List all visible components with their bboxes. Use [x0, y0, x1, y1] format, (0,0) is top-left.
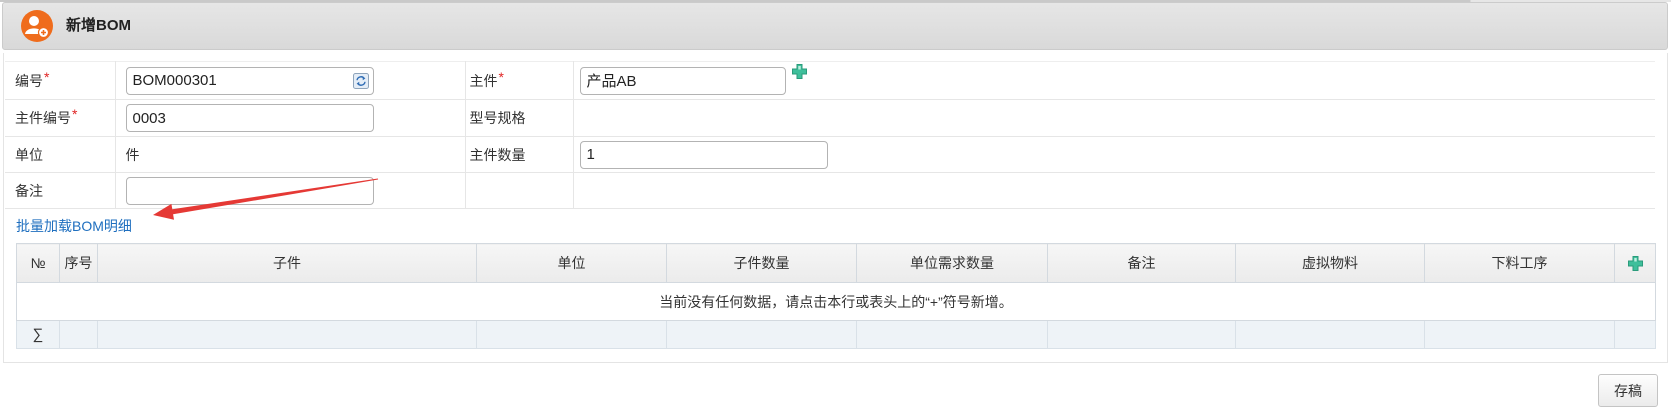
- main-item-label-cell: 主件*: [465, 61, 574, 100]
- empty-cell: [573, 172, 1655, 209]
- code-input[interactable]: [125, 66, 374, 95]
- grid-empty-row[interactable]: 当前没有任何数据，请点击本行或表头上的“+”符号新增。: [16, 282, 1656, 321]
- col-header-cutting-process: 下料工序: [1424, 243, 1615, 283]
- main-qty-label-cell: 主件数量: [465, 136, 574, 173]
- main-item-value-cell: [573, 61, 1655, 100]
- plus-icon[interactable]: [792, 63, 808, 79]
- main-qty-input[interactable]: [579, 140, 828, 169]
- sum-cell: [856, 320, 1048, 349]
- grid-sum-row: ∑: [16, 320, 1656, 349]
- unit-value: 件: [125, 146, 140, 163]
- unit-label-cell: 单位: [5, 136, 116, 173]
- model-spec-value-cell: [573, 99, 1655, 137]
- main-item-input[interactable]: [579, 66, 786, 95]
- code-value-cell: [115, 61, 466, 100]
- sum-cell: [476, 320, 667, 349]
- model-spec-label: 型号规格: [469, 110, 526, 126]
- sum-cell: [1424, 320, 1615, 349]
- form-row: 主件编号* 型号规格: [5, 99, 1655, 137]
- remark-label: 备注: [15, 182, 43, 199]
- sum-cell: [1047, 320, 1236, 349]
- unit-value-cell: 件: [115, 136, 466, 173]
- remark-label-cell: 备注: [5, 172, 116, 209]
- main-item-code-label: 主件编号: [15, 110, 71, 126]
- col-header-index: №: [16, 243, 60, 283]
- code-input-wrap: [125, 66, 374, 95]
- col-header-remark: 备注: [1047, 243, 1236, 283]
- page-header: 新增BOM: [2, 2, 1668, 50]
- sum-cell: [97, 320, 477, 349]
- col-header-unit: 单位: [476, 243, 667, 283]
- user-add-icon: [20, 9, 54, 43]
- bom-detail-grid: № 序号 子件 单位 子件数量 单位需求数量 备注 虚拟物料 下料工序 当前没有…: [16, 243, 1656, 349]
- code-label: 编号: [15, 72, 43, 89]
- required-mark: *: [72, 106, 78, 122]
- empty-row-message[interactable]: 当前没有任何数据，请点击本行或表头上的“+”符号新增。: [16, 282, 1656, 321]
- form-row: 备注: [5, 172, 1655, 209]
- sum-cell: [666, 320, 857, 349]
- sum-cell: [1235, 320, 1425, 349]
- required-mark: *: [498, 68, 504, 85]
- model-spec-label-cell: 型号规格: [465, 99, 574, 137]
- col-header-unit-demand-qty: 单位需求数量: [856, 243, 1048, 283]
- main-item-code-value-cell: [115, 99, 466, 137]
- remark-value-cell: [115, 172, 466, 209]
- col-header-child-item: 子件: [97, 243, 477, 283]
- unit-label: 单位: [15, 146, 43, 163]
- main-qty-label: 主件数量: [469, 146, 526, 163]
- sum-symbol: ∑: [16, 320, 60, 349]
- main-item-code-input[interactable]: [125, 104, 374, 132]
- form-row: 单位 件 主件数量: [5, 136, 1655, 173]
- grid-header-row: № 序号 子件 单位 子件数量 单位需求数量 备注 虚拟物料 下料工序: [16, 243, 1656, 283]
- refresh-icon[interactable]: [352, 72, 369, 89]
- plus-icon[interactable]: [1627, 256, 1643, 271]
- code-label-cell: 编号*: [5, 61, 116, 100]
- save-draft-button[interactable]: 存稿: [1598, 374, 1658, 407]
- empty-cell: [465, 172, 574, 209]
- col-header-virtual-material: 虚拟物料: [1235, 243, 1425, 283]
- bom-form: 编号* 主件*: [5, 61, 1655, 209]
- form-row: 编号* 主件*: [5, 61, 1655, 100]
- add-row-button[interactable]: [1614, 243, 1656, 283]
- main-item-label: 主件: [469, 72, 498, 89]
- sum-cell: [1614, 320, 1656, 349]
- remark-input[interactable]: [125, 176, 374, 205]
- required-mark: *: [44, 68, 50, 85]
- page-title: 新增BOM: [66, 17, 131, 34]
- main-item-code-label-cell: 主件编号*: [5, 99, 116, 137]
- sum-cell: [59, 320, 98, 349]
- col-header-child-qty: 子件数量: [666, 243, 857, 283]
- batch-load-bom-detail-link[interactable]: 批量加载BOM明细: [16, 216, 132, 236]
- col-header-seq: 序号: [59, 243, 98, 283]
- main-qty-value-cell: [573, 136, 1655, 173]
